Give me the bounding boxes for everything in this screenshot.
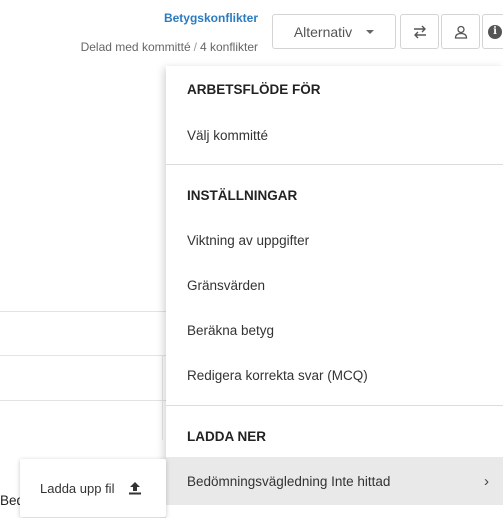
upload-icon xyxy=(129,482,142,495)
menu-item-task-weighting[interactable]: Viktning av uppgifter xyxy=(166,220,503,260)
separator: / xyxy=(193,40,197,54)
menu-divider xyxy=(166,405,503,406)
upload-file-button[interactable]: Ladda upp fil xyxy=(20,459,166,517)
info-button[interactable]: i xyxy=(482,14,503,49)
options-dropdown-menu: ARBETSFLÖDE FÖR Välj kommitté INSTÄLLNIN… xyxy=(166,66,503,518)
shared-status: Delad med kommitté/4 konflikter xyxy=(81,40,258,54)
menu-item-label: Bedömningsvägledning Inte hittad xyxy=(187,473,391,489)
menu-item-assessment-guide[interactable]: Bedömningsvägledning Inte hittad › xyxy=(166,457,503,505)
background-divider xyxy=(0,311,170,312)
menu-heading-download: LADDA NER xyxy=(187,429,266,444)
menu-heading-settings: INSTÄLLNINGAR xyxy=(187,188,298,203)
menu-item-edit-correct-answers[interactable]: Redigera korrekta svar (MCQ) xyxy=(166,355,503,395)
menu-item-thresholds[interactable]: Gränsvärden xyxy=(166,265,503,305)
swap-button[interactable] xyxy=(400,14,439,49)
upload-label: Ladda upp fil xyxy=(40,480,115,496)
background-divider xyxy=(0,400,170,401)
swap-icon xyxy=(413,25,426,38)
user-icon xyxy=(454,25,467,39)
background-divider xyxy=(0,355,170,356)
shared-label: Delad med kommitté xyxy=(80,40,191,54)
user-button[interactable] xyxy=(441,14,480,49)
menu-item-select-committee[interactable]: Välj kommitté xyxy=(166,115,503,155)
background-divider xyxy=(162,355,163,440)
menu-divider xyxy=(166,164,503,165)
caret-down-icon xyxy=(366,29,375,34)
menu-item-calculate-grades[interactable]: Beräkna betyg xyxy=(166,310,503,350)
chevron-right-icon: › xyxy=(484,472,489,490)
options-button[interactable]: Alternativ xyxy=(272,14,396,49)
info-icon: i xyxy=(488,24,502,39)
grade-conflicts-link[interactable]: Betygskonflikter xyxy=(164,11,258,25)
conflict-count: 4 konflikter xyxy=(199,40,258,54)
options-label: Alternativ xyxy=(293,23,353,40)
menu-heading-workflow: ARBETSFLÖDE FÖR xyxy=(187,82,321,97)
